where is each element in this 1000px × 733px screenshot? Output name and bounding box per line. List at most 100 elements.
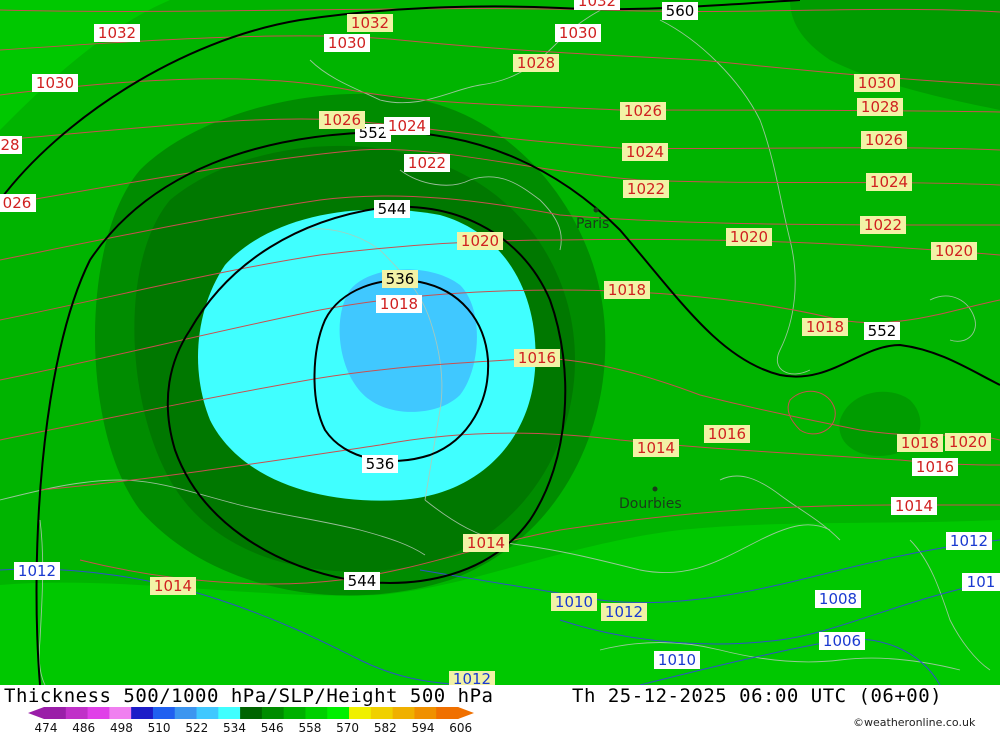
legend-swatch <box>327 707 350 719</box>
svg-text:1020: 1020 <box>935 242 973 260</box>
svg-text:1030: 1030 <box>858 74 896 92</box>
svg-text:1012: 1012 <box>453 670 491 685</box>
pressure-label-1024: 1024 <box>622 143 668 161</box>
pressure-label-1024: 1024 <box>384 117 430 135</box>
pressure-label-1030: 1030 <box>32 74 78 92</box>
svg-text:1030: 1030 <box>328 34 366 52</box>
pressure-label-1010: 1010 <box>654 651 700 669</box>
svg-text:1010: 1010 <box>658 651 696 669</box>
svg-text:544: 544 <box>378 200 407 218</box>
svg-text:1026: 1026 <box>865 131 903 149</box>
svg-text:101: 101 <box>967 573 996 591</box>
pressure-label-1026: 026 <box>0 194 36 212</box>
pressure-label-1016: 1016 <box>704 425 750 443</box>
pressure-label-1030: 1030 <box>324 34 370 52</box>
svg-text:552: 552 <box>868 322 897 340</box>
svg-text:1032: 1032 <box>351 14 389 32</box>
legend-arrow-left <box>28 707 44 719</box>
pressure-label-1012: 101 <box>962 573 1000 591</box>
svg-text:1026: 1026 <box>323 111 361 129</box>
pressure-label-1022: 1022 <box>860 216 906 234</box>
height-label-552-east: 552 <box>864 322 900 340</box>
svg-text:1026: 1026 <box>624 102 662 120</box>
pressure-label-1032: 1032 <box>94 24 140 42</box>
svg-text:536: 536 <box>386 270 415 288</box>
pressure-label-1028: 1028 <box>857 98 903 116</box>
legend-swatch <box>370 707 394 719</box>
pressure-label-1014: 1014 <box>891 497 937 515</box>
pressure-label-1032: 1032 <box>347 14 393 32</box>
height-label-544-south: 544 <box>344 572 380 590</box>
legend-tick-label: 486 <box>72 721 95 733</box>
legend-tick-label: 558 <box>298 721 321 733</box>
legend-swatch <box>174 707 198 719</box>
svg-text:1030: 1030 <box>559 24 597 42</box>
legend-swatch <box>196 707 219 719</box>
legend-tick-label: 510 <box>148 721 171 733</box>
svg-text:1014: 1014 <box>154 577 192 595</box>
svg-text:28: 28 <box>0 136 19 154</box>
pressure-label-1028: 1028 <box>513 54 559 72</box>
svg-text:1032: 1032 <box>578 0 616 10</box>
map-footer: Thickness 500/1000 hPa/SLP/Height 500 hP… <box>0 685 1000 733</box>
pressure-label-1018: 1018 <box>897 434 943 452</box>
map-title: Thickness 500/1000 hPa/SLP/Height 500 hP… <box>4 685 494 707</box>
pressure-label-1030: 1030 <box>555 24 601 42</box>
svg-text:1018: 1018 <box>608 281 646 299</box>
thickness-band-522 <box>339 269 477 412</box>
legend-swatch <box>65 707 89 719</box>
pressure-label-1018: 1018 <box>376 295 422 313</box>
height-label-536-south: 536 <box>362 455 398 473</box>
height-label-536-north: 536 <box>382 270 418 288</box>
svg-text:536: 536 <box>366 455 395 473</box>
legend-tick-label: 570 <box>336 721 359 733</box>
svg-text:Dourbies: Dourbies <box>619 496 682 512</box>
legend-swatch <box>44 707 67 719</box>
legend-tick-label: 582 <box>374 721 397 733</box>
svg-text:1016: 1016 <box>916 458 954 476</box>
svg-text:1012: 1012 <box>605 603 643 621</box>
pressure-label-1012: 1012 <box>14 562 60 580</box>
pressure-label-1030: 1030 <box>854 74 900 92</box>
legend-swatch <box>349 707 372 719</box>
svg-text:1028: 1028 <box>517 54 555 72</box>
svg-text:1018: 1018 <box>380 295 418 313</box>
svg-text:1016: 1016 <box>518 349 556 367</box>
legend-swatch <box>87 707 110 719</box>
svg-text:1024: 1024 <box>388 117 426 135</box>
svg-text:1008: 1008 <box>819 590 857 608</box>
pressure-label-1028: 28 <box>0 136 22 154</box>
legend-arrow-right <box>458 707 474 719</box>
pressure-label-1018: 1018 <box>604 281 650 299</box>
pressure-label-1008: 1008 <box>815 590 861 608</box>
legend-swatch <box>240 707 263 719</box>
svg-text:1010: 1010 <box>555 593 593 611</box>
pressure-label-1024: 1024 <box>866 173 912 191</box>
svg-text:560: 560 <box>666 2 695 20</box>
height-label-544-north: 544 <box>374 200 410 218</box>
legend-tick-label: 474 <box>35 721 58 733</box>
pressure-label-1010: 1010 <box>551 593 597 611</box>
legend-swatch <box>392 707 415 719</box>
svg-text:1028: 1028 <box>861 98 899 116</box>
pressure-label-1020: 1020 <box>931 242 977 260</box>
svg-text:1012: 1012 <box>18 562 56 580</box>
pressure-label-1012: 1012 <box>946 532 992 550</box>
svg-text:1024: 1024 <box>870 173 908 191</box>
weather-map: Paris Dourbies 560 552 552 544 544 536 5… <box>0 0 1000 685</box>
svg-text:1014: 1014 <box>895 497 933 515</box>
svg-text:1022: 1022 <box>408 154 446 172</box>
height-label-560: 560 <box>662 2 698 20</box>
pressure-label-1016: 1016 <box>912 458 958 476</box>
svg-text:1032: 1032 <box>98 24 136 42</box>
legend-tick-label: 534 <box>223 721 246 733</box>
svg-text:1022: 1022 <box>864 216 902 234</box>
legend-swatch <box>305 707 328 719</box>
svg-text:1024: 1024 <box>626 143 664 161</box>
pressure-label-1022: 1022 <box>404 154 450 172</box>
legend-swatch <box>283 707 306 719</box>
legend-swatch <box>414 707 437 719</box>
legend-tick-label: 522 <box>185 721 208 733</box>
svg-text:1022: 1022 <box>627 180 665 198</box>
svg-text:1012: 1012 <box>950 532 988 550</box>
